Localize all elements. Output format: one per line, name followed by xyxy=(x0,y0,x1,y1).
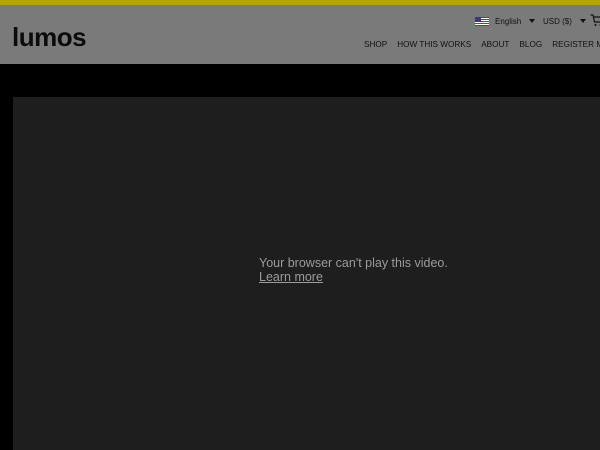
currency-selector[interactable]: USD ($) xyxy=(543,14,586,28)
brand-logo[interactable]: lumos xyxy=(12,23,102,51)
nav-blog[interactable]: BLOG xyxy=(519,40,542,49)
language-selector[interactable]: English xyxy=(475,14,536,28)
nav-about[interactable]: ABOUT xyxy=(481,40,509,49)
nav-register-my[interactable]: REGISTER MY I xyxy=(552,40,600,49)
nav-shop[interactable]: SHOP xyxy=(364,40,387,49)
chevron-down-icon xyxy=(579,19,586,23)
site-header: lumos English USD ($) SHOP HOW THIS WORK xyxy=(0,5,600,64)
video-message-text: Your browser can't play this video. xyxy=(259,256,448,270)
language-label: English xyxy=(495,16,522,26)
cart-icon[interactable] xyxy=(590,13,600,27)
video-player[interactable]: Your browser can't play this video. Lear… xyxy=(13,97,600,450)
us-flag-icon xyxy=(475,16,489,26)
main-nav: SHOP HOW THIS WORKS ABOUT BLOG REGISTER … xyxy=(364,38,600,50)
nav-how-this-works[interactable]: HOW THIS WORKS xyxy=(397,40,471,49)
chevron-down-icon xyxy=(529,19,536,23)
currency-label: USD ($) xyxy=(543,16,572,26)
learn-more-link[interactable]: Learn more xyxy=(259,270,579,284)
video-unsupported-message: Your browser can't play this video. Lear… xyxy=(259,256,579,284)
